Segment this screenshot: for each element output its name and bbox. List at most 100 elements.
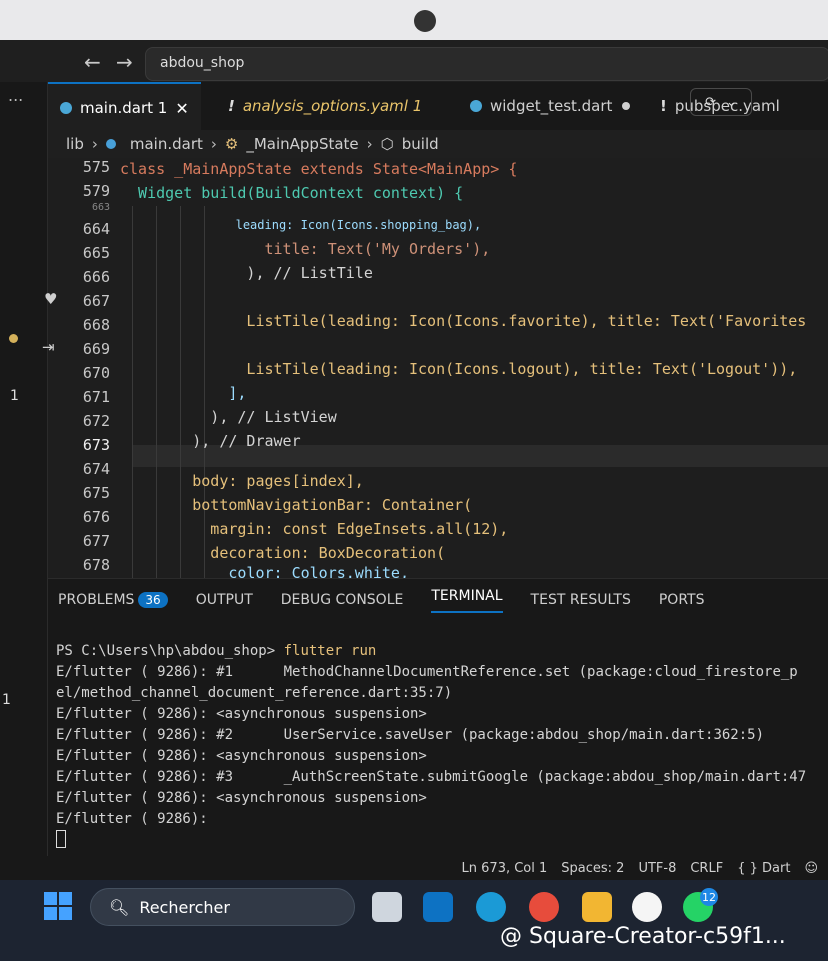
line-number: 575 [82,158,110,176]
modified-dot-icon [622,102,631,110]
status-encoding[interactable]: UTF-8 [638,861,676,876]
status-language[interactable]: { } Dart [737,861,790,876]
line-number: 669 [82,340,110,358]
code-text: class _MainAppState extends State<MainAp… [120,160,518,178]
search-text: abdou_shop [160,55,245,71]
tab-ports[interactable]: PORTS [659,592,705,608]
command-center-search[interactable]: abdou_shop [145,47,828,81]
code-text: ), // Drawer [120,432,301,450]
search-icon: 🔍︎ [109,897,130,917]
code-text: margin: const EdgeInsets.all(12), [120,520,509,538]
tab-debug-console[interactable]: DEBUG CONSOLE [281,592,404,608]
notification-badge: 12 [700,888,718,906]
copilot-icon[interactable]: ⟳ [705,95,716,110]
breadcrumb-item-file[interactable]: main.dart [130,135,203,153]
activity-badge-2: 1 [2,692,11,708]
code-text: ), // ListView [120,408,337,426]
screen-bezel [0,0,828,40]
edge-icon[interactable] [476,892,506,922]
taskbar-search[interactable]: 🔍︎ Rechercher [90,888,355,926]
line-number: 666 [82,268,110,286]
tab-terminal[interactable]: TERMINAL [431,588,503,613]
code-area[interactable]: class _MainAppState extends State<MainAp… [120,158,828,582]
breadcrumb-item-class[interactable]: _MainAppState [246,135,358,153]
terminal-output[interactable]: PS C:\Users\hp\abdou_shop> flutter run E… [56,641,828,855]
chrome-icon[interactable] [529,892,559,922]
back-arrow-icon[interactable]: ← [84,50,101,74]
code-text: bottomNavigationBar: Container( [120,496,473,514]
tab-problems[interactable]: PROBLEMS 36 [58,592,168,608]
terminal-line: E/flutter ( 9286): [56,811,208,827]
more-actions-icon[interactable]: ... [8,86,23,105]
close-icon[interactable]: ✕ [175,99,188,118]
code-line-676: bottomNavigationBar: Container( [120,494,472,516]
code-text: Widget build(BuildContext context) { [120,184,464,202]
line-number: 676 [82,508,110,526]
dart-file-icon [60,102,72,114]
line-number: 668 [82,316,110,334]
terminal-cursor [56,830,66,848]
code-line-665: title: Text('My Orders'), [120,238,490,260]
status-cursor-position[interactable]: Ln 673, Col 1 [462,861,548,876]
code-text: ), // ListTile [120,264,373,282]
line-number: 675 [82,484,110,502]
vscode-icon[interactable] [423,892,453,922]
code-line-673: ), // Drawer [120,430,301,452]
code-text: title: Text('My Orders'), [120,240,491,258]
code-line-668: ListTile(leading: Icon(Icons.favorite), … [120,310,806,332]
line-number: 678 [82,556,110,574]
chevron-right-icon: › [91,135,98,153]
line-number: 672 [82,412,110,430]
tab-label: main.dart 1 [80,99,168,117]
breadcrumb-item-lib[interactable]: lib [66,135,84,153]
line-number: 664 [82,220,110,238]
status-indentation[interactable]: Spaces: 2 [561,861,624,876]
tab-label: analysis_options.yaml 1 [242,97,423,115]
camera-icon [414,10,436,32]
code-text: ListTile(leading: Icon(Icons.favorite), … [120,312,807,330]
code-line-670: ListTile(leading: Icon(Icons.logout), ti… [120,358,797,380]
code-text: ], [120,384,247,402]
code-line-675: body: pages[index], [120,470,364,492]
status-dot-icon [9,334,18,343]
code-line-671: ], [120,382,246,404]
breadcrumb: lib › main.dart › ⚙ _MainAppState › ⬡ bu… [48,130,828,158]
terminal-line: el/method_channel_document_reference.dar… [56,685,453,701]
status-bar: Ln 673, Col 1 Spaces: 2 UTF-8 CRLF { } D… [0,856,828,880]
line-number: 673 [82,436,110,454]
taskbar-search-placeholder: Rechercher [139,897,230,917]
line-number: 670 [82,364,110,382]
watermark: @ Square-Creator-c59f1... [500,924,786,949]
file-explorer-icon[interactable] [582,892,612,922]
code-text: body: pages[index], [120,472,364,490]
task-view-icon[interactable] [372,892,402,922]
bottom-panel: PROBLEMS 36 OUTPUT DEBUG CONSOLE TERMINAL… [48,578,828,857]
status-eol[interactable]: CRLF [690,861,723,876]
class-icon: ⚙ [224,135,239,153]
chevron-right-icon: › [210,135,217,153]
terminal-line: E/flutter ( 9286): #3 _AuthScreenState.s… [56,769,807,785]
terminal-line: E/flutter ( 9286): <asynchronous suspens… [56,790,427,806]
activity-bar: ... 1 1 [0,82,48,872]
tab-output[interactable]: OUTPUT [196,592,253,608]
tab-widget-test[interactable]: widget_test.dart [458,82,642,130]
terminal-prompt: PS C:\Users\hp\abdou_shop> [56,643,276,659]
breadcrumb-item-method[interactable]: build [402,135,439,153]
panel-tabs: PROBLEMS 36 OUTPUT DEBUG CONSOLE TERMINAL… [48,579,828,621]
forward-arrow-icon[interactable]: → [116,50,133,74]
line-number: 579 [82,182,110,200]
logout-icon: ⇥ [42,338,55,356]
tab-analysis-options[interactable]: ! analysis_options.yaml 1 [216,82,434,130]
copilot-status-icon[interactable]: ☺ [804,861,818,876]
windows-start-icon[interactable] [44,892,72,920]
terminal-line: E/flutter ( 9286): <asynchronous suspens… [56,748,427,764]
tab-main-dart[interactable]: main.dart 1 ✕ [48,82,201,132]
tab-test-results[interactable]: TEST RESULTS [531,592,631,608]
heart-icon: ♥ [44,290,58,308]
code-line-678: decoration: BoxDecoration( [120,542,445,564]
app-store-icon[interactable] [632,892,662,922]
method-icon: ⬡ [380,135,394,153]
chevron-down-icon[interactable]: ⌄ [726,95,737,110]
code-editor[interactable]: 575 579 663 664 665 666 667 668 669 670 … [42,158,828,610]
tab-actions[interactable]: ⟳ ⌄ [690,88,752,116]
